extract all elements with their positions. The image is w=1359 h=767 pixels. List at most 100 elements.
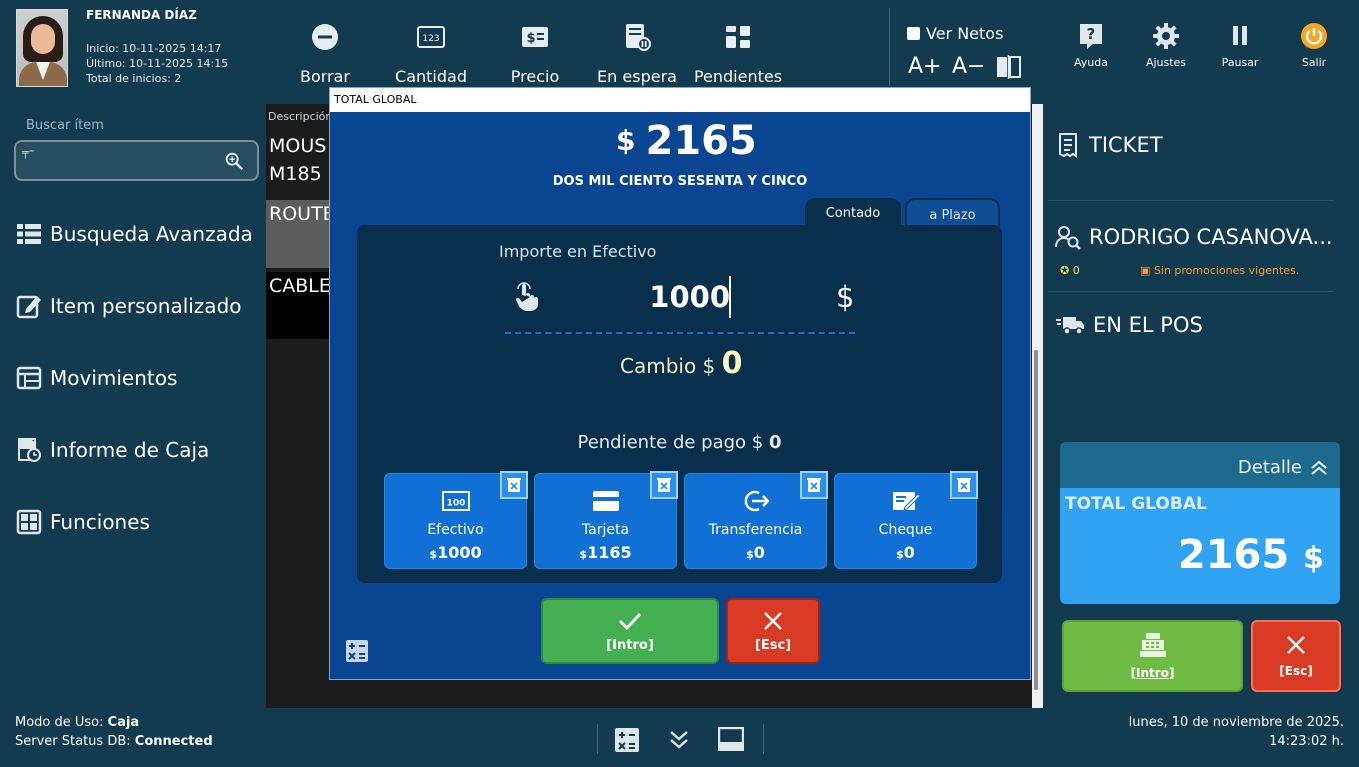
search-label: Buscar ítem bbox=[26, 118, 104, 133]
dialog-title: TOTAL GLOBAL bbox=[330, 88, 1030, 112]
en-el-pos-label: EN EL POS bbox=[1093, 313, 1203, 337]
clear-transferencia-button[interactable] bbox=[800, 471, 828, 499]
pausar-button[interactable]: Pausar bbox=[1210, 22, 1270, 69]
importe-input[interactable]: 1000 bbox=[560, 280, 730, 314]
price-tag-icon: $ bbox=[522, 27, 548, 47]
tool-label: Borrar bbox=[299, 67, 351, 86]
currency-symbol: $ bbox=[896, 548, 904, 561]
client-header[interactable]: RODRIGO CASANOVA... bbox=[1055, 224, 1333, 250]
clear-cheque-button[interactable] bbox=[950, 471, 978, 499]
method-name: Tarjeta bbox=[581, 522, 630, 538]
precio-button[interactable]: $ Precio bbox=[505, 22, 565, 86]
borrar-button[interactable]: Borrar bbox=[295, 22, 355, 86]
table-row[interactable]: CABLE bbox=[266, 272, 330, 339]
cheque-icon bbox=[893, 492, 921, 511]
clear-icon bbox=[657, 478, 671, 492]
search-icon[interactable] bbox=[223, 150, 245, 172]
pendiente-label: Pendiente de pago $ bbox=[577, 432, 764, 453]
salir-button[interactable]: Salir bbox=[1284, 22, 1344, 69]
table-row[interactable]: MOUS bbox=[266, 132, 330, 160]
ticket-header[interactable]: TICKET bbox=[1055, 132, 1163, 158]
en-el-pos-header[interactable]: EN EL POS bbox=[1055, 312, 1203, 338]
cambio-value: 0 bbox=[721, 346, 743, 381]
menu-movimientos[interactable]: Movimientos bbox=[16, 363, 177, 393]
method-amount: $1000 bbox=[385, 543, 526, 562]
search-input[interactable]: ╤⁼ bbox=[14, 140, 259, 181]
status-date: lunes, 10 de noviembre de 2025. bbox=[1128, 715, 1344, 730]
pendiente: Pendiente de pago $ 0 bbox=[357, 432, 1002, 453]
table-row[interactable]: ROUTE bbox=[266, 200, 330, 268]
checkbox-box[interactable] bbox=[907, 27, 920, 40]
server-status: Server Status DB: Connected bbox=[15, 734, 213, 749]
menu-funciones[interactable]: Funciones bbox=[16, 507, 150, 537]
pendiente-value: 0 bbox=[768, 432, 782, 453]
card-icon bbox=[593, 491, 619, 511]
user-search-icon bbox=[1055, 226, 1081, 250]
dialog-cancel-button[interactable]: [Esc] bbox=[726, 598, 820, 664]
help-icon: ? bbox=[1080, 24, 1102, 49]
report-clock-icon bbox=[18, 438, 41, 462]
divider bbox=[1048, 291, 1334, 292]
tab-a-plazo[interactable]: a Plazo bbox=[905, 198, 1000, 228]
menu-item-personalizado[interactable]: Item personalizado bbox=[16, 291, 242, 321]
dialog-confirm-button[interactable]: [Intro] bbox=[541, 598, 719, 664]
edit-icon bbox=[16, 295, 41, 319]
confirm-sale-button[interactable]: [Intro] bbox=[1062, 620, 1243, 692]
divider bbox=[763, 724, 764, 754]
receipt-icon bbox=[1059, 133, 1077, 158]
chevron-double-down-icon[interactable] bbox=[668, 728, 690, 752]
pendientes-button[interactable]: Pendientes bbox=[693, 22, 783, 86]
touch-icon[interactable] bbox=[513, 282, 541, 312]
calculator-icon[interactable] bbox=[614, 727, 640, 753]
total-amount: 2165 bbox=[1177, 532, 1290, 578]
cash-icon: 100 bbox=[442, 491, 470, 511]
clear-icon bbox=[807, 478, 821, 492]
tab-contado[interactable]: Contado bbox=[805, 198, 901, 228]
menu-informe-de-caja[interactable]: Informe de Caja bbox=[16, 435, 209, 465]
points-value: 0 bbox=[1072, 264, 1080, 277]
text-caret bbox=[729, 276, 731, 318]
total-global-label: TOTAL GLOBAL bbox=[1065, 494, 1207, 514]
confirm-shortcut: [Intro] bbox=[606, 637, 654, 653]
menu-label: Informe de Caja bbox=[50, 438, 210, 462]
numeric-keypad-icon: 123 bbox=[417, 26, 445, 48]
svg-text:100: 100 bbox=[447, 499, 466, 509]
menu-busqueda-avanzada[interactable]: Busqueda Avanzada bbox=[16, 219, 253, 249]
dialog-total: $2165 bbox=[616, 118, 757, 164]
cancel-shortcut: [Esc] bbox=[1279, 664, 1313, 678]
cancel-shortcut: [Esc] bbox=[754, 637, 792, 653]
font-decrease-button[interactable]: A− bbox=[952, 54, 985, 79]
barcode-scanner-icon: ╤⁼ bbox=[22, 146, 35, 159]
ayuda-button[interactable]: ? Ayuda bbox=[1061, 22, 1121, 69]
ver-netos-checkbox[interactable]: Ver Netos bbox=[907, 24, 1003, 43]
clear-efectivo-button[interactable] bbox=[500, 471, 528, 499]
font-increase-button[interactable]: A+ bbox=[908, 54, 941, 79]
modo-value: Caja bbox=[107, 715, 140, 730]
method-name: Transferencia bbox=[708, 522, 803, 538]
tool-label: Cantidad bbox=[395, 67, 467, 86]
en-espera-button[interactable]: En espera bbox=[597, 22, 677, 86]
method-value: 0 bbox=[753, 543, 765, 562]
ajustes-button[interactable]: Ajustes bbox=[1136, 22, 1196, 69]
method-value: 1165 bbox=[587, 543, 632, 562]
monitor-icon[interactable] bbox=[718, 727, 744, 751]
total-amount: 2165 bbox=[645, 118, 757, 164]
currency-symbol: $ bbox=[746, 548, 754, 561]
detalle-toggle[interactable]: Detalle bbox=[1238, 457, 1328, 478]
cambio: Cambio $ 0 bbox=[620, 346, 743, 381]
table-row[interactable]: M185 bbox=[266, 160, 330, 200]
cantidad-button[interactable]: 123 Cantidad bbox=[393, 22, 469, 86]
transfer-icon bbox=[744, 490, 770, 512]
gear-icon bbox=[1153, 23, 1179, 49]
calculator-icon[interactable] bbox=[345, 639, 369, 663]
ver-netos-label: Ver Netos bbox=[926, 24, 1004, 43]
cancel-sale-button[interactable]: [Esc] bbox=[1251, 620, 1341, 692]
cambio-label: Cambio $ bbox=[620, 354, 716, 378]
scrollbar-thumb[interactable] bbox=[1034, 350, 1038, 690]
layout-toggle-icon[interactable] bbox=[996, 55, 1022, 79]
method-amount: $0 bbox=[685, 543, 826, 562]
clear-tarjeta-button[interactable] bbox=[650, 471, 678, 499]
client-promo: ▣ Sin promociones vigentes. bbox=[1140, 264, 1299, 277]
column-header-descripcion: Descripción bbox=[268, 110, 333, 123]
method-name: Cheque bbox=[878, 522, 933, 538]
